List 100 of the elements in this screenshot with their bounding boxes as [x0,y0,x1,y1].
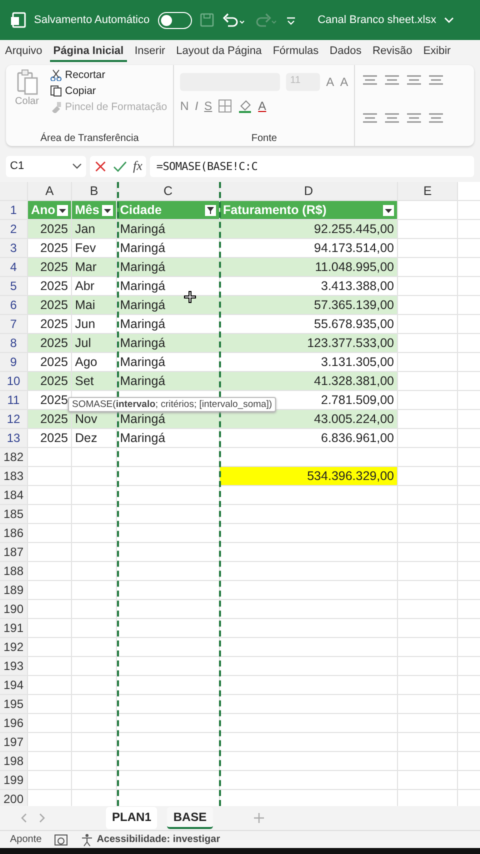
ribbon-tab[interactable]: Revisão [369,42,416,62]
table-cell: Maringá [117,429,220,447]
row-header[interactable]: 195 [0,695,28,713]
align-right-icon[interactable] [405,110,424,124]
column-header[interactable]: B [72,182,117,200]
autosave-toggle[interactable] [158,12,192,28]
chevron-left-icon[interactable] [20,813,28,823]
row-header[interactable]: 7 [0,315,28,333]
row-header[interactable]: 189 [0,581,28,599]
row-header[interactable]: 190 [0,600,28,618]
table-cell: Maringá [117,372,220,390]
row-header[interactable]: 196 [0,714,28,732]
align-bottom-icon[interactable] [405,73,424,87]
scissors-icon[interactable] [50,69,62,81]
row-header[interactable]: 198 [0,752,28,770]
table-cell: 2025 [28,258,72,276]
row-header[interactable]: 199 [0,771,28,789]
header-label: Ano [31,203,56,217]
accessibility-button[interactable]: Acessibilidade: investigar [80,832,220,846]
dropdown-icon[interactable] [102,204,113,216]
ribbon-tab[interactable]: Fórmulas [270,42,322,62]
row-header[interactable]: 13 [0,429,28,447]
chevron-right-icon[interactable] [38,813,46,823]
row-header[interactable]: 185 [0,505,28,523]
row-header[interactable]: 200 [0,790,28,806]
copy-icon[interactable] [50,85,62,97]
table-cell: Maringá [117,315,220,333]
row-header[interactable]: 182 [0,448,28,466]
column-header[interactable]: A [28,182,72,200]
ribbon-tab[interactable]: Layout da Página [173,42,265,62]
formula-input[interactable]: =SOMASE(BASE!C:C [150,156,474,176]
row-header[interactable]: 4 [0,258,28,276]
row-header[interactable]: 1 [0,201,28,219]
borders-icon[interactable] [218,99,232,113]
table-cell: 2025 [28,296,72,314]
row-header[interactable]: 11 [0,391,28,409]
align-top-icon[interactable] [361,73,380,87]
name-box[interactable]: C1 [6,156,86,176]
table-cell: Maringá [117,296,220,314]
insert-function-button[interactable]: fx [133,158,142,174]
row-header[interactable]: 188 [0,562,28,580]
undo-icon[interactable] [222,12,246,28]
align-center-icon[interactable] [383,110,402,124]
sheet-tab[interactable]: PLAN1 [106,807,158,829]
table-cell: 2025 [28,277,72,295]
clipboard-icon[interactable] [16,69,38,95]
ribbon-tab[interactable]: Página Inicial [50,42,127,62]
table-cell: 123.377.533,00 [220,334,398,352]
add-sheet-icon[interactable] [252,812,265,824]
row-header[interactable]: 187 [0,543,28,561]
brush-icon[interactable] [50,101,62,113]
fill-color-icon[interactable] [238,99,252,113]
row-header[interactable]: 184 [0,486,28,504]
table-cell: 534.396.329,00 [220,467,398,485]
row-header[interactable]: 8 [0,334,28,352]
chevron-down-icon[interactable] [72,162,82,170]
table-cell: Set [72,372,117,390]
ribbon-tab[interactable]: Exibir [420,42,454,62]
row-header[interactable]: 194 [0,676,28,694]
row-header[interactable]: 186 [0,524,28,542]
font-color-button[interactable]: A [258,99,266,113]
ribbon-tab[interactable]: Inserir [132,42,168,62]
dropdown-icon[interactable] [57,204,68,216]
cancel-icon[interactable] [94,160,107,172]
accessibility-icon[interactable] [80,832,94,846]
row-header[interactable]: 191 [0,619,28,637]
column-header[interactable]: C [117,182,220,200]
row-header[interactable]: 3 [0,239,28,257]
column-header[interactable]: E [398,182,458,200]
customize-icon[interactable] [286,15,296,25]
dropdown-icon[interactable] [383,204,394,216]
row-header[interactable]: 2 [0,220,28,238]
macro-icon[interactable] [54,832,68,846]
excel-logo-icon[interactable] [10,12,26,28]
table-cell: Fev [72,239,117,257]
row-header[interactable]: 183 [0,467,28,485]
row-header[interactable]: 197 [0,733,28,751]
align-middle-icon[interactable] [383,73,402,87]
ribbon-tab[interactable]: Arquivo [2,42,46,62]
copy-button[interactable]: Copiar [50,85,168,97]
row-header[interactable]: 6 [0,296,28,314]
ribbon-tab[interactable]: Dados [326,42,364,62]
table-cell: Abr [72,277,117,295]
filter-icon[interactable] [205,204,216,216]
row-header[interactable]: 5 [0,277,28,295]
column-header[interactable]: D [220,182,398,200]
row-header[interactable]: 10 [0,372,28,390]
enter-icon[interactable] [113,160,127,172]
save-icon[interactable] [200,13,214,27]
table-cell: 2025 [28,429,72,447]
row-header[interactable]: 12 [0,410,28,428]
row-header[interactable]: 192 [0,638,28,656]
table-cell: 3.131.305,00 [220,353,398,371]
row-header[interactable]: 193 [0,657,28,675]
align-left-icon[interactable] [361,110,380,124]
indent-icon[interactable] [427,110,446,124]
row-header[interactable]: 9 [0,353,28,371]
file-name[interactable]: Canal Branco sheet.xlsx [318,14,436,26]
sheet-tab[interactable]: BASE [167,807,213,829]
cut-button[interactable]: Recortar [50,69,168,81]
